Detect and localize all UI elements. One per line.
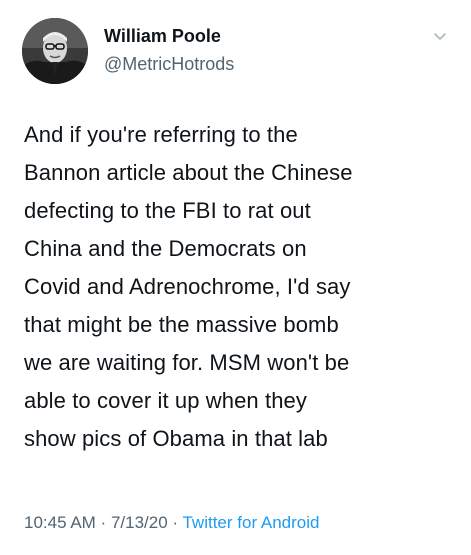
tweet-text-line: defecting to the FBI to rat out xyxy=(24,198,311,223)
tweet-source-link[interactable]: Twitter for Android xyxy=(182,513,319,532)
tweet-text-line: able to cover it up when they xyxy=(24,388,307,413)
tweet-time[interactable]: 10:45 AM xyxy=(24,513,96,532)
tweet-meta: 10:45 AM · 7/13/20 · Twitter for Android xyxy=(24,513,320,533)
avatar[interactable] xyxy=(22,18,88,84)
tweet-text: And if you're referring to the Bannon ar… xyxy=(24,116,464,458)
tweet-text-line: that might be the massive bomb xyxy=(24,312,339,337)
user-handle[interactable]: @MetricHotrods xyxy=(104,54,234,75)
tweet-text-line: Covid and Adrenochrome, I'd say xyxy=(24,274,351,299)
tweet-text-line: China and the Democrats on xyxy=(24,236,307,261)
meta-separator: · xyxy=(95,513,111,532)
tweet-text-line: And if you're referring to the xyxy=(24,122,298,147)
meta-separator: · xyxy=(167,513,183,532)
display-name[interactable]: William Poole xyxy=(104,26,221,47)
tweet-card: William Poole @MetricHotrods And if you'… xyxy=(0,0,471,555)
chevron-down-icon[interactable] xyxy=(432,28,448,44)
user-photo-avatar-icon xyxy=(22,18,88,84)
tweet-text-line: show pics of Obama in that lab xyxy=(24,426,328,451)
tweet-text-line: we are waiting for. MSM won't be xyxy=(24,350,350,375)
tweet-date[interactable]: 7/13/20 xyxy=(111,513,168,532)
tweet-text-line: Bannon article about the Chinese xyxy=(24,160,353,185)
